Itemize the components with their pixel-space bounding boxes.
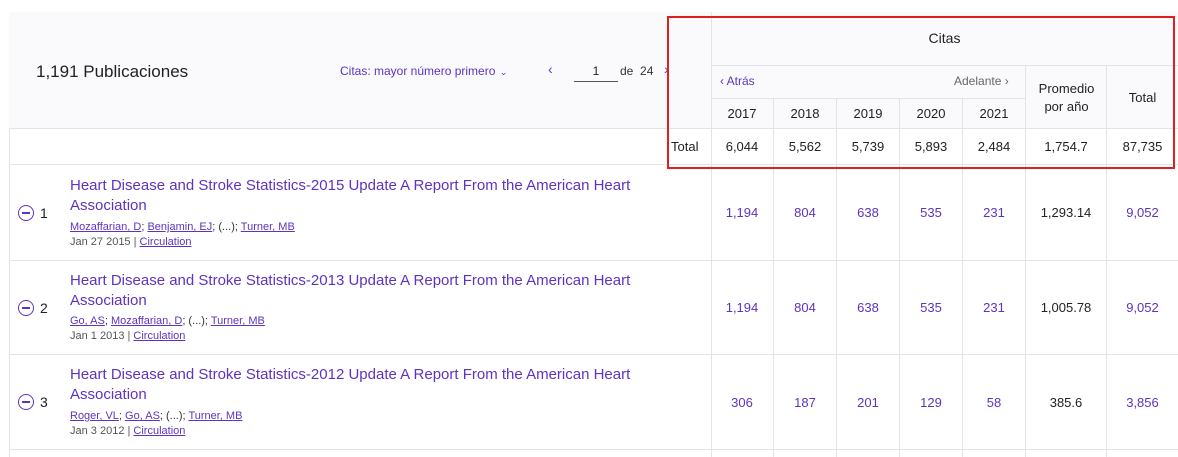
- collapse-icon[interactable]: [18, 205, 34, 221]
- publication-meta: Jan 3 2012 | Circulation: [70, 425, 186, 437]
- citation-value[interactable]: 129: [900, 355, 962, 449]
- total-value[interactable]: 9,052: [1107, 165, 1178, 260]
- collapse-icon[interactable]: [18, 300, 34, 316]
- author-list: Mozaffarian, D; Benjamin, EJ; (...); Tur…: [70, 221, 295, 233]
- author-list: Roger, VL; Go, AS; (...); Turner, MB: [70, 410, 243, 422]
- row-number: 3: [40, 394, 48, 410]
- citation-value[interactable]: 306: [711, 355, 773, 449]
- publication-title[interactable]: Heart Disease and Stroke Statistics-2012…: [70, 365, 670, 405]
- citation-value[interactable]: 231: [963, 261, 1025, 354]
- citation-value[interactable]: 535: [900, 261, 962, 354]
- highlight-box: [667, 16, 1175, 169]
- average-value: 1,005.78: [1040, 300, 1092, 315]
- divider: [9, 449, 1178, 450]
- citation-value[interactable]: 231: [963, 165, 1025, 260]
- total-value[interactable]: 3,856: [1107, 355, 1178, 449]
- chevron-down-icon: ⌄: [497, 67, 508, 77]
- citation-value[interactable]: 638: [837, 261, 899, 354]
- author-list: Go, AS; Mozaffarian, D; (...); Turner, M…: [70, 315, 265, 327]
- publication-title[interactable]: Heart Disease and Stroke Statistics-2013…: [70, 271, 670, 311]
- author-link[interactable]: Mozaffarian, D: [70, 221, 141, 233]
- total-value[interactable]: 9,052: [1107, 261, 1178, 354]
- page-total: de 24: [620, 64, 654, 78]
- citation-value[interactable]: 1,194: [711, 261, 773, 354]
- row-number: 2: [40, 300, 48, 316]
- citation-value[interactable]: 201: [837, 355, 899, 449]
- citation-value[interactable]: 804: [774, 261, 836, 354]
- publication-meta: Jan 1 2013 | Circulation: [70, 330, 186, 342]
- citation-value[interactable]: 187: [774, 355, 836, 449]
- citation-value[interactable]: 1,194: [711, 165, 773, 260]
- publication-title[interactable]: Heart Disease and Stroke Statistics-2015…: [70, 176, 670, 216]
- author-link[interactable]: Benjamin, EJ: [147, 221, 212, 233]
- author-link[interactable]: Turner, MB: [211, 315, 265, 327]
- citation-value[interactable]: 58: [963, 355, 1025, 449]
- publication-count: 1,191 Publicaciones: [36, 62, 189, 81]
- journal-link[interactable]: Circulation: [133, 330, 185, 342]
- sort-dropdown[interactable]: Citas: mayor número primero ⌄: [340, 64, 507, 78]
- author-link[interactable]: Go, AS: [125, 410, 160, 422]
- collapse-icon[interactable]: [18, 394, 34, 410]
- author-link[interactable]: Go, AS: [70, 315, 105, 327]
- average-value: 385.6: [1049, 394, 1083, 410]
- page-number-input[interactable]: [574, 60, 618, 82]
- prev-page-button[interactable]: ‹: [548, 61, 553, 77]
- author-link[interactable]: Roger, VL: [70, 410, 119, 422]
- journal-link[interactable]: Circulation: [133, 425, 185, 437]
- author-link[interactable]: Mozaffarian, D: [111, 315, 182, 327]
- publication-meta: Jan 27 2015 | Circulation: [70, 236, 192, 248]
- sort-label: Citas: mayor número primero: [340, 64, 496, 78]
- citation-value[interactable]: 804: [774, 165, 836, 260]
- citation-value[interactable]: 535: [900, 165, 962, 260]
- row-number: 1: [40, 205, 48, 221]
- author-link[interactable]: Turner, MB: [241, 221, 295, 233]
- citation-value[interactable]: 638: [837, 165, 899, 260]
- average-value: 1,293.14: [1040, 205, 1092, 220]
- journal-link[interactable]: Circulation: [140, 236, 192, 248]
- author-link[interactable]: Turner, MB: [188, 410, 242, 422]
